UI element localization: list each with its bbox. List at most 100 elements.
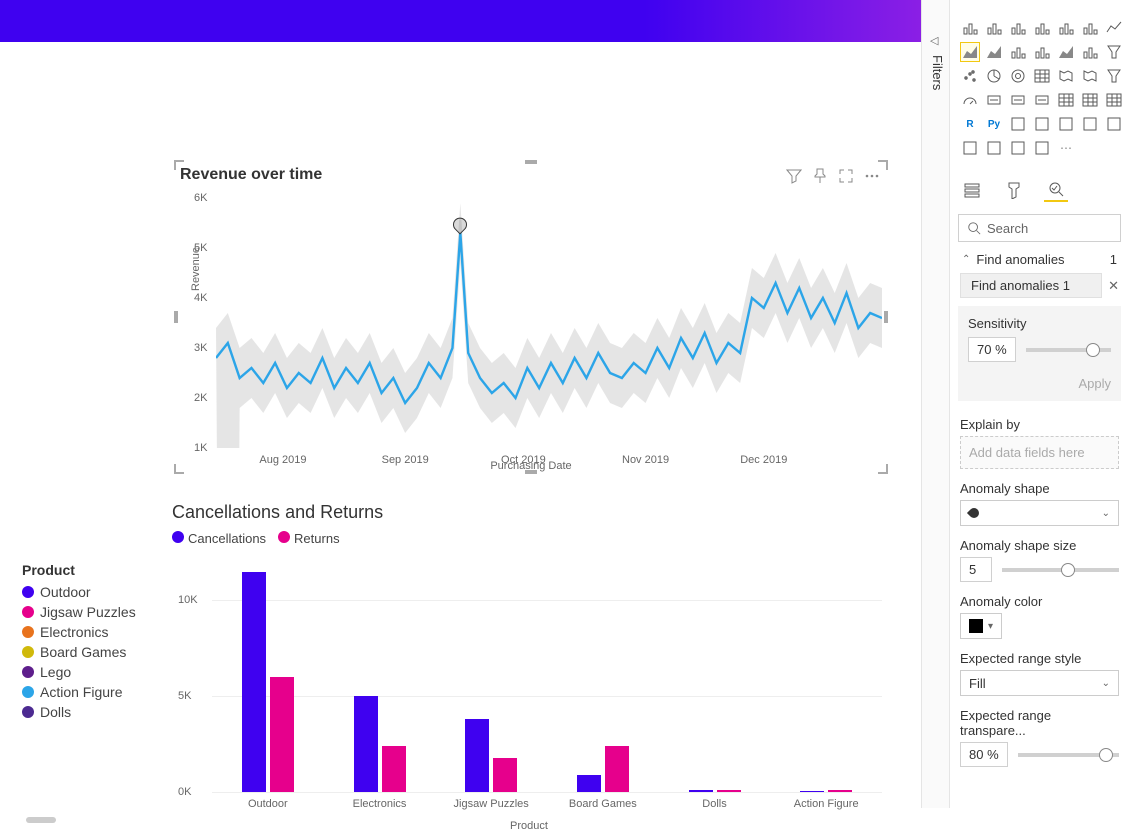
slicer-scrollbar[interactable] — [26, 817, 156, 823]
slicer-item-outdoor[interactable]: Outdoor — [22, 584, 162, 600]
viz-type-stacked-bar-h[interactable] — [960, 18, 980, 38]
viz-type-scatter[interactable] — [960, 66, 980, 86]
resize-handle[interactable] — [878, 464, 888, 474]
viz-type-area[interactable] — [960, 42, 980, 62]
search-input[interactable]: Search — [958, 214, 1121, 242]
resize-handle[interactable] — [174, 464, 184, 474]
anomaly-shape-dropdown[interactable]: ⌄ — [960, 500, 1119, 526]
expected-transparency-input[interactable]: 80 % — [960, 742, 1008, 767]
bar-cancellations[interactable] — [800, 791, 824, 792]
viz-type-100pct-bar-v[interactable] — [1080, 18, 1100, 38]
explain-by-field-well[interactable]: Add data fields here — [960, 436, 1119, 469]
expand-icon[interactable]: ◁ — [930, 34, 938, 47]
bar-cancellations[interactable] — [354, 696, 378, 792]
bar-cancellations[interactable] — [465, 719, 489, 792]
resize-handle[interactable] — [884, 311, 888, 323]
slicer-item-boardgames[interactable]: Board Games — [22, 644, 162, 660]
viz-type-card[interactable] — [984, 90, 1004, 110]
slicer-item-jigsaw[interactable]: Jigsaw Puzzles — [22, 604, 162, 620]
viz-type-kpi[interactable] — [1032, 90, 1052, 110]
viz-type-filled-map[interactable] — [1080, 66, 1100, 86]
bar-returns[interactable] — [382, 746, 406, 792]
viz-type-clustered-bar-h[interactable] — [1008, 18, 1028, 38]
viz-type-slicer[interactable] — [1056, 90, 1076, 110]
viz-type-waterfall[interactable] — [1080, 42, 1100, 62]
bar-cancellations[interactable] — [577, 775, 601, 792]
viz-type-line-clustered[interactable] — [1032, 42, 1052, 62]
viz-type-decomp-tree[interactable] — [1032, 114, 1052, 134]
anomaly-size-input[interactable]: 5 — [960, 557, 992, 582]
focus-mode-icon[interactable] — [838, 168, 854, 184]
y-tick: 6K — [194, 192, 207, 204]
visual-revenue-over-time[interactable]: Revenue over time Revenue 1K2K3K4K5K6K A… — [176, 162, 886, 472]
viz-type-more[interactable]: ⋯ — [1056, 138, 1076, 158]
more-options-icon[interactable] — [864, 168, 880, 184]
x-tick: Dolls — [702, 798, 726, 810]
viz-type-r-visual[interactable]: R — [960, 114, 980, 134]
expander-find-anomalies[interactable]: ⌃Find anomalies 1 — [950, 248, 1129, 271]
anomaly-color-picker[interactable]: ▾ — [960, 613, 1002, 639]
pin-icon[interactable] — [812, 168, 828, 184]
viz-type-arcgis[interactable] — [960, 138, 980, 158]
viz-type-multi-card[interactable] — [1008, 90, 1028, 110]
visual-cancellations-returns[interactable]: Cancellations and Returns Cancellations … — [172, 502, 886, 832]
viz-type-100pct-bar-h[interactable] — [1056, 18, 1076, 38]
bar-returns[interactable] — [605, 746, 629, 792]
sensitivity-slider[interactable] — [1026, 348, 1111, 352]
viz-type-funnel[interactable] — [1104, 42, 1124, 62]
dot-icon — [22, 606, 34, 618]
bar-returns[interactable] — [828, 790, 852, 792]
viz-type-powerapps[interactable] — [984, 138, 1004, 158]
viz-type-stacked-area[interactable] — [984, 42, 1004, 62]
bar-cancellations[interactable] — [689, 790, 713, 792]
format-tabs — [950, 166, 1129, 206]
anomaly-instance-chip[interactable]: Find anomalies 1 — [960, 273, 1102, 298]
sensitivity-value-input[interactable]: 70 % — [968, 337, 1016, 362]
apply-button[interactable]: Apply — [1078, 376, 1111, 391]
legend-item-cancellations[interactable]: Cancellations — [172, 531, 266, 546]
viz-type-treemap[interactable] — [1032, 66, 1052, 86]
bar-returns[interactable] — [493, 758, 517, 793]
resize-handle[interactable] — [174, 311, 178, 323]
bar-returns[interactable] — [270, 677, 294, 792]
viz-type-pie[interactable] — [984, 66, 1004, 86]
viz-type-paginated[interactable] — [1104, 114, 1124, 134]
expected-transparency-slider[interactable] — [1018, 753, 1119, 757]
bar-returns[interactable] — [717, 790, 741, 792]
viz-type-narrative[interactable] — [1080, 114, 1100, 134]
resize-handle[interactable] — [174, 160, 184, 170]
remove-chip-icon[interactable]: ✕ — [1108, 278, 1119, 294]
viz-type-line-column[interactable] — [1008, 42, 1028, 62]
tab-analytics[interactable] — [1044, 178, 1068, 202]
viz-type-matrix[interactable] — [1104, 90, 1124, 110]
slicer-item-dolls[interactable]: Dolls — [22, 704, 162, 720]
viz-type-stacked-bar-v[interactable] — [984, 18, 1004, 38]
bar-cancellations[interactable] — [242, 572, 266, 792]
legend-item-returns[interactable]: Returns — [278, 531, 340, 546]
viz-type-py-visual[interactable]: Py — [984, 114, 1004, 134]
anomaly-size-slider[interactable] — [1002, 568, 1119, 572]
slicer-product[interactable]: Product Outdoor Jigsaw Puzzles Electroni… — [22, 562, 162, 724]
filters-pane-collapsed[interactable]: ◁ Filters — [921, 0, 949, 808]
slicer-item-electronics[interactable]: Electronics — [22, 624, 162, 640]
viz-type-get-more[interactable] — [1032, 138, 1052, 158]
viz-type-table[interactable] — [1080, 90, 1100, 110]
slicer-item-lego[interactable]: Lego — [22, 664, 162, 680]
viz-type-line[interactable] — [1104, 18, 1124, 38]
filter-icon[interactable] — [786, 168, 802, 184]
viz-type-gauge[interactable] — [960, 90, 980, 110]
resize-handle[interactable] — [525, 160, 537, 164]
slicer-item-actionfigure[interactable]: Action Figure — [22, 684, 162, 700]
tab-fields[interactable] — [960, 178, 984, 202]
tab-format[interactable] — [1002, 178, 1026, 202]
viz-type-clustered-bar-v[interactable] — [1032, 18, 1052, 38]
viz-type-funnel2[interactable] — [1104, 66, 1124, 86]
viz-type-ribbon[interactable] — [1056, 42, 1076, 62]
viz-type-map[interactable] — [1056, 66, 1076, 86]
viz-type-key-influencers[interactable] — [1008, 114, 1028, 134]
expected-range-style-dropdown[interactable]: Fill ⌄ — [960, 670, 1119, 696]
viz-type-automate[interactable] — [1008, 138, 1028, 158]
x-tick: Sep 2019 — [382, 454, 429, 466]
viz-type-qna[interactable] — [1056, 114, 1076, 134]
viz-type-donut[interactable] — [1008, 66, 1028, 86]
